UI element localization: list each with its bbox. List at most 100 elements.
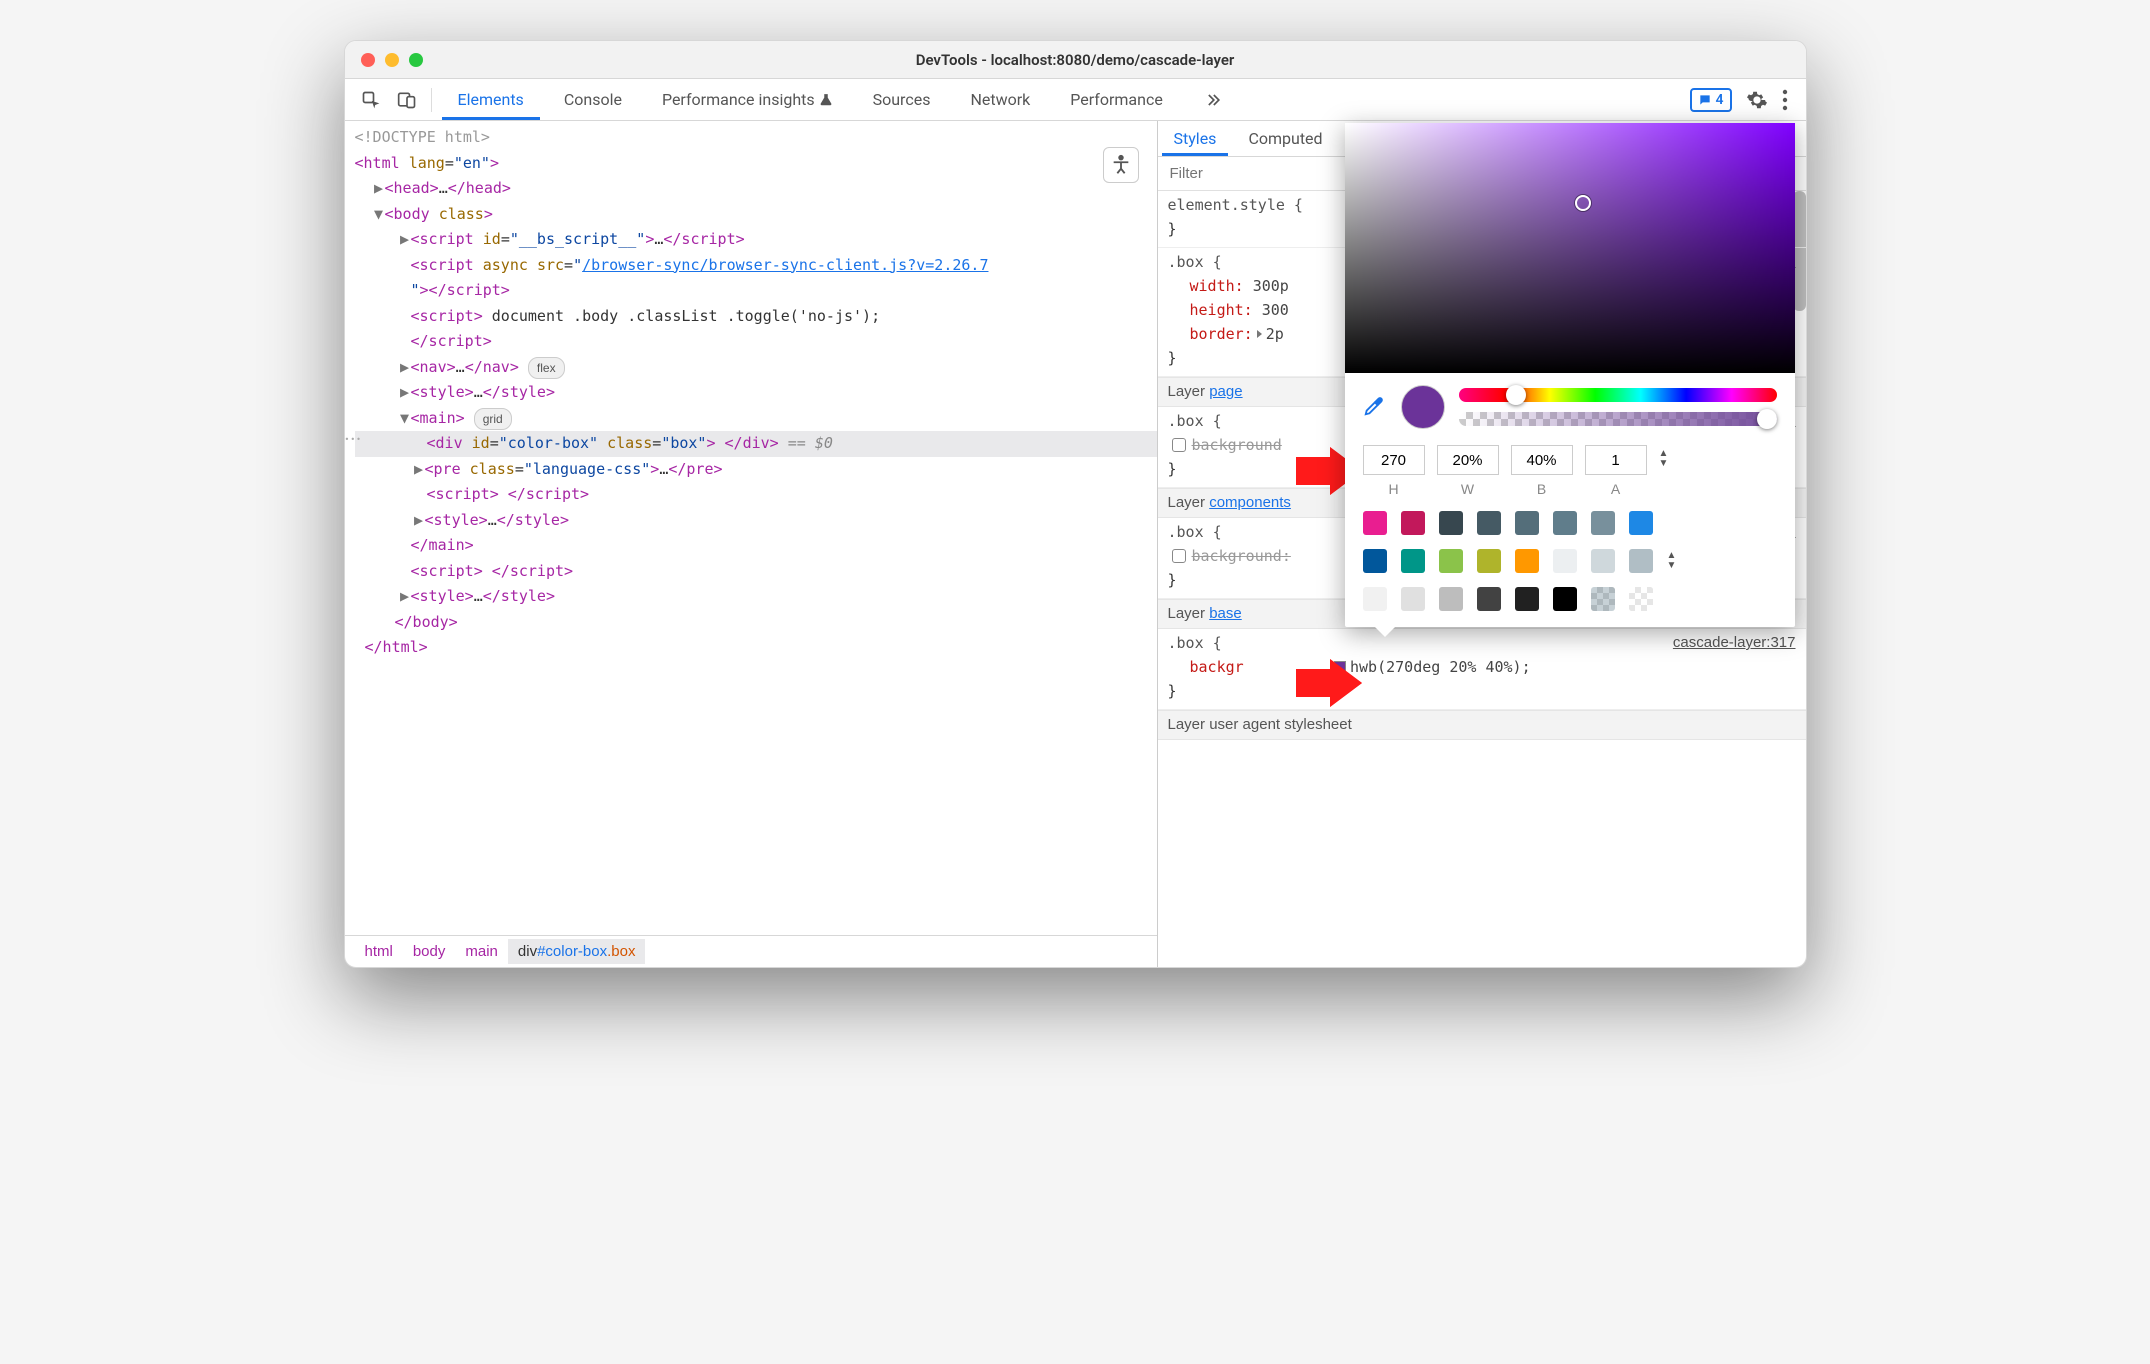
menu-icon[interactable] — [1782, 89, 1788, 111]
palette-swatch[interactable] — [1477, 549, 1501, 573]
palette-swatch[interactable] — [1591, 511, 1615, 535]
palette-swatch[interactable] — [1439, 549, 1463, 573]
palette-swatch[interactable] — [1515, 549, 1539, 573]
palette-swatch[interactable] — [1401, 549, 1425, 573]
zoom-dot-icon[interactable] — [409, 53, 423, 67]
palette-swatch[interactable] — [1591, 587, 1615, 611]
tab-elements[interactable]: Elements — [438, 79, 544, 120]
palette-swatch[interactable] — [1363, 549, 1387, 573]
slider-thumb[interactable] — [1757, 409, 1777, 429]
accessibility-icon[interactable] — [1103, 147, 1139, 183]
property-toggle[interactable] — [1172, 549, 1186, 563]
spectrum-field[interactable] — [1345, 123, 1795, 373]
minimize-dot-icon[interactable] — [385, 53, 399, 67]
dom-line[interactable]: ▼<main> grid — [355, 406, 1157, 432]
dom-line[interactable]: </body> — [355, 610, 1157, 636]
palette-swatch[interactable] — [1439, 587, 1463, 611]
slider-thumb[interactable] — [1506, 385, 1526, 405]
comp-a-input[interactable] — [1585, 445, 1647, 475]
palette-swatch[interactable] — [1515, 511, 1539, 535]
palette-swatch[interactable] — [1629, 549, 1653, 573]
device-toggle-icon[interactable] — [389, 85, 425, 115]
color-components: H W B A ▲▼ — [1345, 435, 1795, 501]
palette-swatch[interactable] — [1401, 587, 1425, 611]
current-color[interactable] — [1401, 385, 1445, 429]
dom-line[interactable]: </main> — [355, 533, 1157, 559]
close-dot-icon[interactable] — [361, 53, 375, 67]
overflow-tabs-icon[interactable] — [1183, 79, 1243, 120]
crumb[interactable]: div#color-box.box — [508, 939, 646, 965]
tab-computed[interactable]: Computed — [1232, 121, 1338, 156]
messages-badge[interactable]: 4 — [1690, 88, 1732, 112]
palette-swatch[interactable] — [1477, 587, 1501, 611]
layer-link[interactable]: page — [1209, 383, 1242, 400]
main-toolbar: Elements Console Performance insights So… — [345, 79, 1806, 121]
rule-box-base[interactable]: cascade-layer:317 .box { backgr hwb(270d… — [1158, 629, 1806, 710]
tab-performance-insights[interactable]: Performance insights — [642, 79, 853, 120]
dom-line[interactable]: <script async src="/browser-sync/browser… — [355, 253, 1157, 279]
crumb[interactable]: body — [403, 939, 456, 965]
property-toggle[interactable] — [1172, 438, 1186, 452]
tab-network[interactable]: Network — [950, 79, 1050, 120]
dom-line[interactable]: <script> </script> — [355, 559, 1157, 585]
dom-line[interactable]: </html> — [355, 635, 1157, 661]
dom-line[interactable]: </script> — [355, 329, 1157, 355]
tab-styles[interactable]: Styles — [1158, 121, 1233, 156]
palette-swatch[interactable] — [1553, 511, 1577, 535]
palette-swatch[interactable] — [1439, 511, 1463, 535]
comp-w-input[interactable] — [1437, 445, 1499, 475]
comp-h-input[interactable] — [1363, 445, 1425, 475]
dom-tree[interactable]: <!DOCTYPE html> <html lang="en"> ▶<head>… — [345, 121, 1157, 935]
dom-line[interactable]: ▶<style>…</style> — [355, 584, 1157, 610]
dom-line[interactable]: <!DOCTYPE html> — [355, 125, 1157, 151]
dom-line[interactable]: "></script> — [355, 278, 1157, 304]
dom-line[interactable]: ▶<script id="__bs_script__">…</script> — [355, 227, 1157, 253]
dom-line[interactable]: ▼<body class> — [355, 202, 1157, 228]
crumb[interactable]: html — [355, 939, 403, 965]
spectrum-cursor-icon[interactable] — [1575, 195, 1591, 211]
layer-link[interactable]: components — [1209, 494, 1291, 511]
palette-swatch[interactable] — [1401, 511, 1425, 535]
display-badge[interactable]: grid — [474, 408, 512, 430]
palette-toggle-icon[interactable]: ▲▼ — [1667, 511, 1677, 611]
palette-swatch[interactable] — [1591, 549, 1615, 573]
palette-swatch[interactable] — [1477, 511, 1501, 535]
tab-sources[interactable]: Sources — [853, 79, 951, 120]
eyedropper-icon[interactable] — [1363, 395, 1387, 419]
dom-line[interactable]: ▶<pre class="language-css">…</pre> — [355, 457, 1157, 483]
comp-b-input[interactable] — [1511, 445, 1573, 475]
palette-swatch[interactable] — [1363, 511, 1387, 535]
format-toggle-icon[interactable]: ▲▼ — [1659, 445, 1669, 469]
hue-slider[interactable] — [1459, 388, 1777, 402]
display-badge[interactable]: flex — [528, 357, 565, 379]
annotation-arrow-icon — [1296, 659, 1362, 707]
tab-console[interactable]: Console — [544, 79, 642, 120]
window-title: DevTools - localhost:8080/demo/cascade-l… — [345, 51, 1806, 69]
elements-panel: <!DOCTYPE html> <html lang="en"> ▶<head>… — [345, 121, 1158, 967]
dom-line[interactable]: ▶<style>…</style> — [355, 380, 1157, 406]
alpha-slider[interactable] — [1459, 412, 1777, 426]
palette-swatch[interactable] — [1553, 587, 1577, 611]
dom-line[interactable]: ▶<nav>…</nav> flex — [355, 355, 1157, 381]
breadcrumbs[interactable]: html body main div#color-box.box — [345, 935, 1157, 967]
tab-performance[interactable]: Performance — [1050, 79, 1183, 120]
dom-line[interactable]: <script> </script> — [355, 482, 1157, 508]
dom-selected[interactable]: <div id="color-box" class="box"> </div> … — [355, 431, 1157, 457]
source-link[interactable]: cascade-layer:317 — [1673, 631, 1796, 655]
layer-link[interactable]: base — [1209, 605, 1242, 622]
dom-line[interactable]: <script> document .body .classList .togg… — [355, 304, 1157, 330]
inspect-icon[interactable] — [353, 85, 389, 115]
crumb[interactable]: main — [455, 939, 508, 965]
dom-line[interactable]: ▶<style>…</style> — [355, 508, 1157, 534]
palette-swatch[interactable] — [1629, 587, 1653, 611]
palette-swatch[interactable] — [1629, 511, 1653, 535]
titlebar: DevTools - localhost:8080/demo/cascade-l… — [345, 41, 1806, 79]
settings-icon[interactable] — [1746, 89, 1768, 111]
dom-line[interactable]: ▶<head>…</head> — [355, 176, 1157, 202]
palette-swatch[interactable] — [1363, 587, 1387, 611]
dom-line[interactable]: <html lang="en"> — [355, 151, 1157, 177]
palette-swatch[interactable] — [1553, 549, 1577, 573]
window-controls[interactable] — [345, 53, 423, 67]
palette-swatch[interactable] — [1515, 587, 1539, 611]
styles-filter-input[interactable] — [1158, 165, 1328, 182]
